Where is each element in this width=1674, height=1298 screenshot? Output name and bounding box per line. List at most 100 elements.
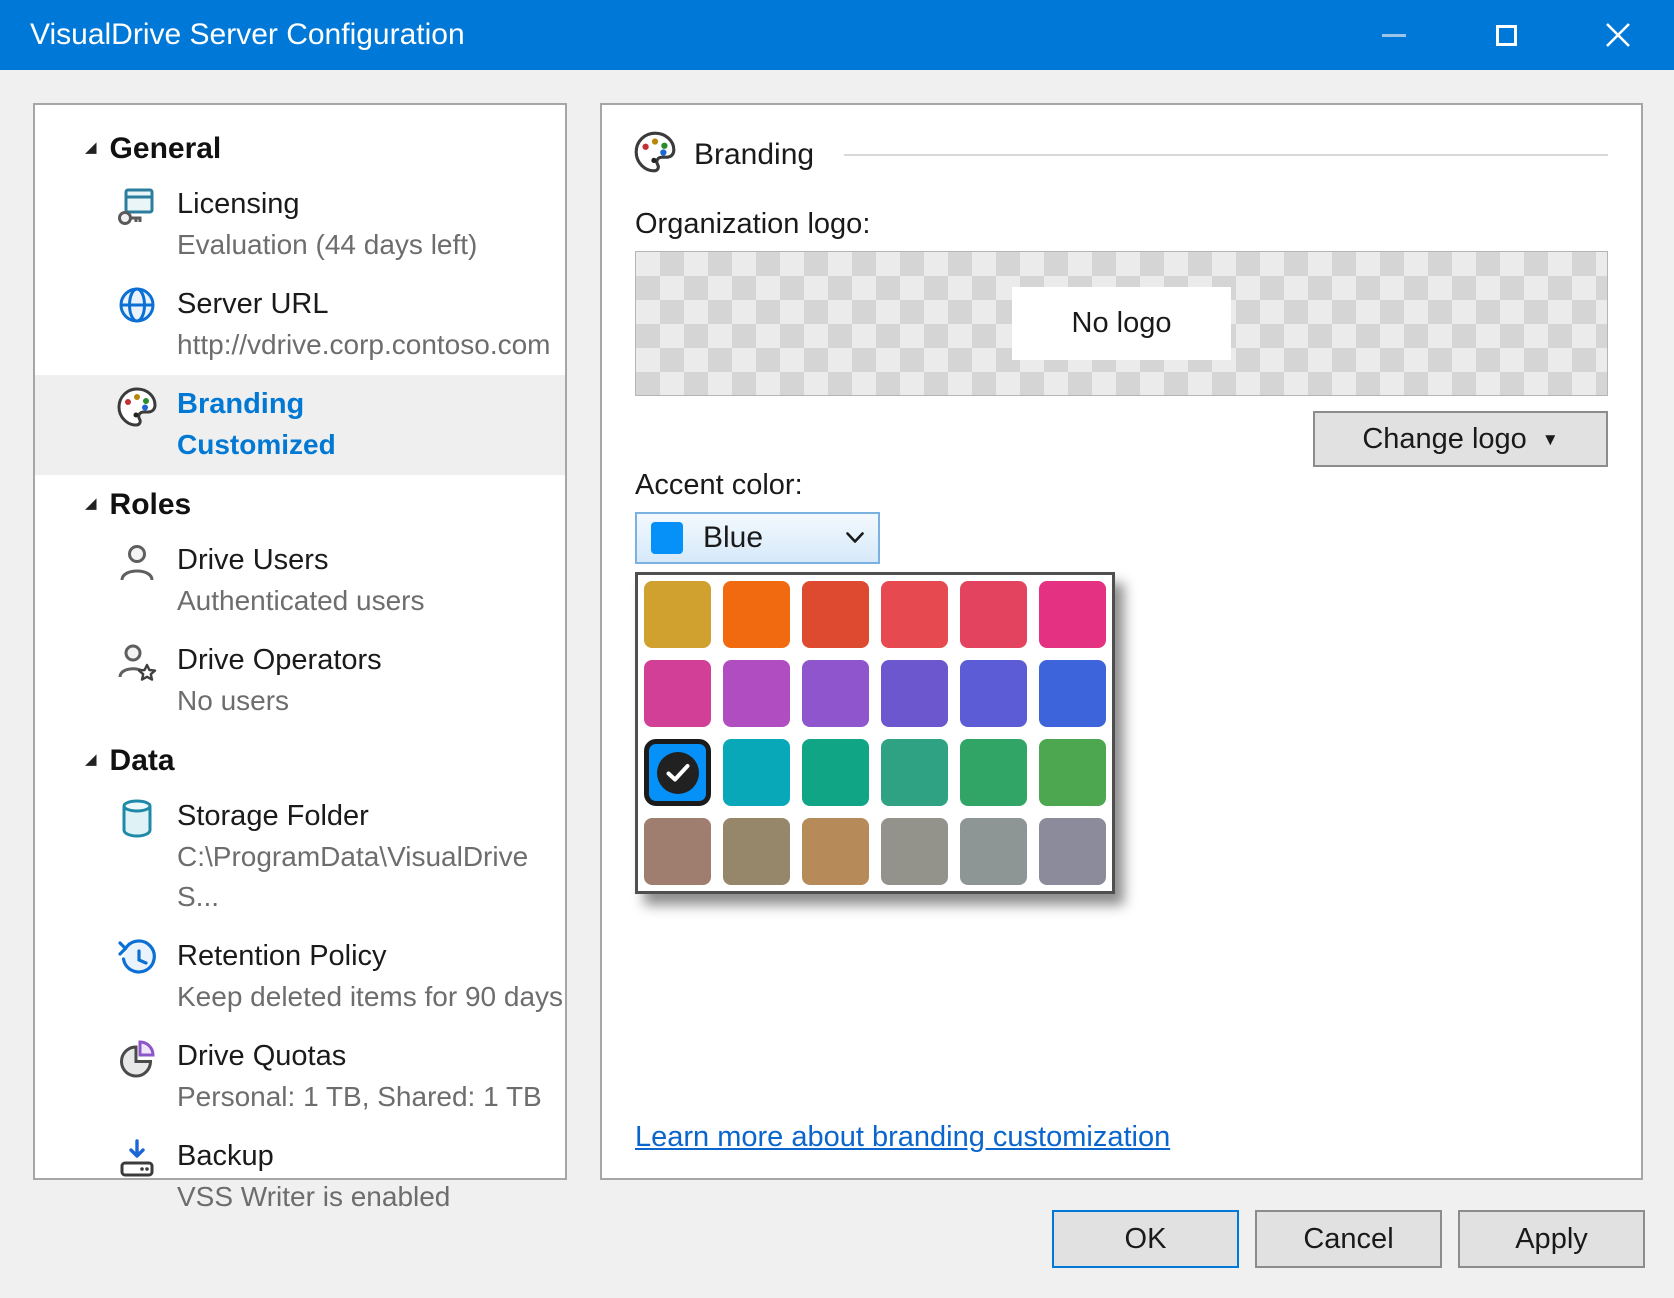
accent-color-grid xyxy=(635,572,1115,894)
section-label: Roles xyxy=(110,488,192,522)
organization-logo-preview: No logo xyxy=(635,251,1608,396)
accent-swatch[interactable] xyxy=(960,581,1027,648)
dropdown-arrow-icon: ▼ xyxy=(1542,430,1559,450)
branding-page: Branding Organization logo: No logo Chan… xyxy=(600,103,1643,1180)
accent-swatch[interactable] xyxy=(1039,660,1106,727)
accent-swatch[interactable] xyxy=(881,660,948,727)
accent-color-dropdown[interactable]: Blue xyxy=(635,512,880,564)
sidebar-item-subtitle: Customized xyxy=(177,425,336,465)
header-divider xyxy=(844,154,1608,156)
selected-color-name: Blue xyxy=(703,521,826,555)
sidebar-item-title: Server URL xyxy=(177,283,551,325)
page-header: Branding xyxy=(632,129,1608,180)
settings-tree: ◢ General Licensing Evaluation (44 days … xyxy=(35,105,565,1227)
accent-swatch[interactable] xyxy=(802,739,869,806)
learn-more-link[interactable]: Learn more about branding customization xyxy=(635,1121,1170,1154)
accent-swatch[interactable] xyxy=(960,818,1027,885)
accent-swatch[interactable] xyxy=(723,660,790,727)
expand-triangle-icon: ◢ xyxy=(85,494,97,512)
minimize-icon xyxy=(1382,34,1406,37)
title-bar: VisualDrive Server Configuration xyxy=(0,0,1674,70)
cancel-button[interactable]: Cancel xyxy=(1255,1210,1442,1268)
accent-swatch-selected[interactable] xyxy=(644,739,711,806)
sidebar-item-title: Retention Policy xyxy=(177,935,563,977)
section-general[interactable]: ◢ General xyxy=(35,119,565,175)
sidebar-item-title: Drive Operators xyxy=(177,639,382,681)
change-logo-button[interactable]: Change logo ▼ xyxy=(1313,411,1608,467)
section-roles[interactable]: ◢ Roles xyxy=(35,475,565,531)
sidebar-item-licensing[interactable]: Licensing Evaluation (44 days left) xyxy=(35,175,565,275)
checkmark-icon xyxy=(657,752,699,794)
sidebar-item-title: Drive Quotas xyxy=(177,1035,542,1077)
user-icon xyxy=(115,541,159,585)
maximize-button[interactable] xyxy=(1450,0,1562,70)
expand-triangle-icon: ◢ xyxy=(85,750,97,768)
accent-swatch[interactable] xyxy=(881,818,948,885)
sidebar-item-title: Branding xyxy=(177,383,336,425)
sidebar-item-drive-quotas[interactable]: Drive Quotas Personal: 1 TB, Shared: 1 T… xyxy=(35,1027,565,1127)
accent-swatch[interactable] xyxy=(802,581,869,648)
accent-swatch[interactable] xyxy=(881,581,948,648)
sidebar-item-subtitle: Personal: 1 TB, Shared: 1 TB xyxy=(177,1077,542,1117)
pie-chart-icon xyxy=(115,1037,159,1081)
apply-button[interactable]: Apply xyxy=(1458,1210,1645,1268)
sidebar-item-retention-policy[interactable]: Retention Policy Keep deleted items for … xyxy=(35,927,565,1027)
history-clock-icon xyxy=(115,937,159,981)
sidebar-item-title: Backup xyxy=(177,1135,450,1177)
sidebar-item-server-url[interactable]: Server URL http://vdrive.corp.contoso.co… xyxy=(35,275,565,375)
accent-swatch[interactable] xyxy=(1039,581,1106,648)
palette-icon xyxy=(632,129,678,180)
license-key-icon xyxy=(115,185,159,229)
change-logo-label: Change logo xyxy=(1362,423,1526,456)
accent-swatch[interactable] xyxy=(644,581,711,648)
caption-buttons xyxy=(1338,0,1674,70)
accent-swatch[interactable] xyxy=(723,818,790,885)
minimize-button[interactable] xyxy=(1338,0,1450,70)
sidebar-item-drive-users[interactable]: Drive Users Authenticated users xyxy=(35,531,565,631)
sidebar-item-title: Licensing xyxy=(177,183,477,225)
sidebar-item-subtitle: VSS Writer is enabled xyxy=(177,1177,450,1217)
accent-swatch[interactable] xyxy=(1039,739,1106,806)
database-icon xyxy=(115,797,159,841)
sidebar-item-drive-operators[interactable]: Drive Operators No users xyxy=(35,631,565,731)
user-star-icon xyxy=(115,641,159,685)
globe-icon xyxy=(115,285,159,329)
expand-triangle-icon: ◢ xyxy=(85,138,97,156)
accent-swatch[interactable] xyxy=(802,660,869,727)
settings-nav-panel: ◢ General Licensing Evaluation (44 days … xyxy=(33,103,567,1180)
accent-swatch[interactable] xyxy=(960,660,1027,727)
sidebar-item-subtitle: Authenticated users xyxy=(177,581,425,621)
accent-swatch[interactable] xyxy=(644,660,711,727)
ok-button[interactable]: OK xyxy=(1052,1210,1239,1268)
accent-color-label: Accent color: xyxy=(635,469,1608,502)
accent-swatch[interactable] xyxy=(1039,818,1106,885)
backup-download-icon xyxy=(115,1137,159,1181)
accent-swatch[interactable] xyxy=(802,818,869,885)
sidebar-item-subtitle: http://vdrive.corp.contoso.com xyxy=(177,325,551,365)
palette-icon xyxy=(115,385,159,429)
sidebar-item-subtitle: Evaluation (44 days left) xyxy=(177,225,477,265)
sidebar-item-branding[interactable]: Branding Customized xyxy=(35,375,565,475)
sidebar-item-title: Drive Users xyxy=(177,539,425,581)
sidebar-item-subtitle: C:\ProgramData\VisualDrive S... xyxy=(177,837,565,917)
section-label: Data xyxy=(110,744,175,778)
accent-swatch[interactable] xyxy=(960,739,1027,806)
sidebar-item-subtitle: No users xyxy=(177,681,382,721)
dialog-footer: OK Cancel Apply xyxy=(1052,1210,1645,1268)
close-icon xyxy=(1605,22,1631,48)
section-data[interactable]: ◢ Data xyxy=(35,731,565,787)
window-title: VisualDrive Server Configuration xyxy=(0,18,1338,52)
section-label: General xyxy=(110,132,222,166)
selected-color-swatch xyxy=(651,522,683,554)
accent-swatch[interactable] xyxy=(881,739,948,806)
sidebar-item-title: Storage Folder xyxy=(177,795,565,837)
organization-logo-label: Organization logo: xyxy=(635,208,1608,241)
sidebar-item-backup[interactable]: Backup VSS Writer is enabled xyxy=(35,1127,565,1227)
chevron-down-icon xyxy=(846,532,864,544)
accent-swatch[interactable] xyxy=(723,739,790,806)
sidebar-item-storage-folder[interactable]: Storage Folder C:\ProgramData\VisualDriv… xyxy=(35,787,565,927)
close-button[interactable] xyxy=(1562,0,1674,70)
accent-swatch[interactable] xyxy=(723,581,790,648)
maximize-icon xyxy=(1496,25,1517,46)
accent-swatch[interactable] xyxy=(644,818,711,885)
